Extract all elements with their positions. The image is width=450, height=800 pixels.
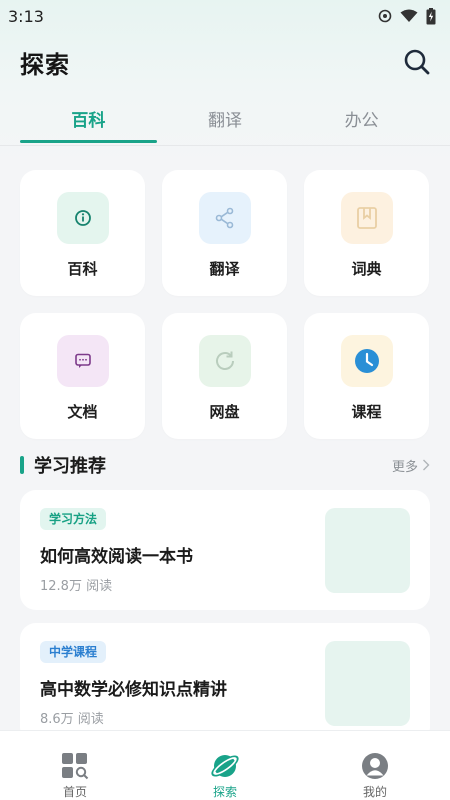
section-title-wrap: 学习推荐 <box>20 452 106 478</box>
section-accent-bar <box>20 456 24 474</box>
tab-encyclopedia[interactable]: 百科 <box>20 96 157 144</box>
section-header: 学习推荐 更多 <box>20 452 430 478</box>
article-read-count: 12.8万 阅读 <box>40 579 113 594</box>
article-title: 如何高效阅读一本书 <box>40 547 193 567</box>
section-title: 学习推荐 <box>34 456 106 477</box>
nav-label: 首页 <box>62 785 87 799</box>
chevron-right-icon <box>423 459 430 471</box>
battery-charging-icon <box>426 7 436 24</box>
page-title: 探索 <box>20 50 70 79</box>
article-tag: 中学课程 <box>40 641 107 663</box>
article-tag: 学习方法 <box>40 508 107 530</box>
tab-label: 翻译 <box>208 111 242 131</box>
bottom-nav: 首页 探索 我的 <box>0 730 450 800</box>
planet-icon <box>210 751 240 781</box>
feature-label: 词典 <box>351 260 382 278</box>
status-icons <box>378 7 436 25</box>
settings-gear-icon <box>378 9 392 23</box>
tab-active-indicator <box>20 140 157 143</box>
article-title: 高中数学必修知识点精讲 <box>40 680 227 700</box>
status-bar: 3:13 <box>0 0 450 32</box>
tab-translate[interactable]: 翻译 <box>157 96 294 144</box>
nav-profile[interactable]: 我的 <box>300 731 450 800</box>
article-card[interactable]: 中学课程 高中数学必修知识点精讲 8.6万 阅读 <box>20 623 430 743</box>
feature-card-document[interactable]: 文档 <box>20 313 145 439</box>
tab-label: 百科 <box>71 111 106 131</box>
clock-icon <box>340 335 393 387</box>
feature-card-dictionary[interactable]: 词典 <box>304 170 429 296</box>
nav-label: 探索 <box>212 785 237 799</box>
feature-card-encyclopedia[interactable]: 百科 <box>20 170 145 296</box>
bookmark-icon <box>340 192 393 244</box>
search-button[interactable] <box>402 47 432 77</box>
search-icon <box>404 49 430 75</box>
feature-grid: 百科 翻译 词典 文档 网盘 课程 <box>20 170 430 439</box>
nav-label: 我的 <box>362 785 387 799</box>
feature-card-translate[interactable]: 翻译 <box>162 170 287 296</box>
status-time: 3:13 <box>8 6 44 26</box>
feature-label: 百科 <box>67 260 98 278</box>
article-card[interactable]: 学习方法 如何高效阅读一本书 12.8万 阅读 <box>20 490 430 610</box>
wifi-icon <box>400 9 418 22</box>
avatar-icon <box>360 751 390 781</box>
refresh-icon <box>198 335 251 387</box>
feature-label: 课程 <box>351 403 382 421</box>
category-tabs: 百科 翻译 办公 <box>20 96 430 144</box>
tab-label: 办公 <box>344 111 379 131</box>
feature-label: 文档 <box>67 403 98 421</box>
tabs-divider <box>0 145 450 146</box>
feature-card-netdisk[interactable]: 网盘 <box>162 313 287 439</box>
nav-home[interactable]: 首页 <box>0 731 150 800</box>
home-grid-icon <box>60 751 90 781</box>
article-read-count: 8.6万 阅读 <box>40 712 104 727</box>
feature-label: 翻译 <box>209 260 240 278</box>
article-thumbnail <box>325 508 410 593</box>
more-label: 更多 <box>391 459 418 475</box>
header: 探索 <box>0 40 450 84</box>
more-link[interactable]: 更多 <box>392 456 430 475</box>
tab-office[interactable]: 办公 <box>293 96 430 144</box>
nav-explore[interactable]: 探索 <box>150 731 300 800</box>
feature-card-course[interactable]: 课程 <box>304 313 429 439</box>
info-icon <box>56 192 109 244</box>
article-thumbnail <box>325 641 410 726</box>
feature-label: 网盘 <box>209 403 240 421</box>
share-icon <box>198 192 251 244</box>
chat-bubble-icon <box>56 335 109 387</box>
